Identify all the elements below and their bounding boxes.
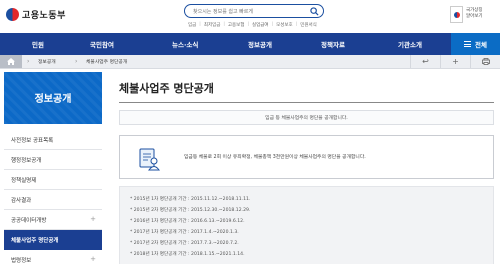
- plus-icon: +: [90, 255, 96, 263]
- plus-icon: +: [90, 215, 96, 223]
- sidebar-item-admin-info[interactable]: 행정정보공개: [4, 150, 102, 170]
- quick-link[interactable]: 모성보호: [276, 22, 293, 28]
- quick-link[interactable]: 고용보험: [228, 22, 245, 28]
- breadcrumb: › 정보공개 › 체불사업주 명단공개 ↩ +: [0, 55, 500, 69]
- nav-item-civil[interactable]: 민원: [32, 39, 44, 49]
- search-icon[interactable]: [310, 7, 319, 16]
- nav-item-news[interactable]: 뉴스·소식: [172, 39, 198, 49]
- sidebar-item-prior-disclosure[interactable]: 사전정보 공표목록: [4, 130, 102, 150]
- document-person-icon: [139, 148, 160, 171]
- page-title: 체불사업주 명단공개: [119, 82, 214, 95]
- nav-item-participation[interactable]: 국민참여: [90, 39, 114, 49]
- quick-links: 임금 | 최저임금 | 고용보험 | 실업급여 | 모성보호 | 민원서식: [188, 22, 317, 28]
- page-description: 임금 등 체불사업주의 명단을 공개합니다.: [119, 110, 494, 125]
- list-item: * 2018년 1차 명단공개 기간 : 2018.1.15.~2021.1.1…: [130, 252, 245, 257]
- add-icon[interactable]: +: [440, 55, 470, 68]
- list-item: * 2015년 2차 명단공개 기간 : 2015.12.30.~2018.12…: [130, 208, 251, 213]
- info-text: 임금등 체불로 2회 이상 유죄확정, 체불총액 3천만원이상 체불사업주의 명…: [184, 155, 366, 160]
- list-item: * 2017년 1차 명단공개 기간 : 2017.1.4.~2020.1.3.: [130, 230, 239, 235]
- logo-text: 고용노동부: [22, 11, 66, 21]
- all-menu-button[interactable]: 전체: [451, 33, 500, 55]
- nav-item-policy[interactable]: 정책자료: [321, 39, 345, 49]
- sidebar-item-policy-name[interactable]: 정책실명제: [4, 170, 102, 190]
- share-icon[interactable]: ↩: [410, 55, 440, 68]
- ministry-logo[interactable]: 고용노동부: [6, 8, 66, 21]
- quick-link[interactable]: 최저임금: [204, 22, 221, 28]
- sidebar-item-law[interactable]: 법령정보 +: [4, 250, 102, 264]
- list-item: * 2017년 2차 명단공개 기간 : 2017.7.3.~2020.7.2.: [130, 241, 239, 246]
- home-icon: [7, 58, 15, 65]
- home-button[interactable]: [0, 55, 22, 68]
- info-box: 임금등 체불로 2회 이상 유죄확정, 체불총액 3천만원이상 체불사업주의 명…: [119, 135, 494, 179]
- main-nav: 민원 국민참여 뉴스·소식 정보공개 정책자료 기관소개: [0, 33, 500, 55]
- flag-icon[interactable]: [450, 6, 463, 23]
- breadcrumb-item-current[interactable]: 체불사업주 명단공개: [86, 58, 127, 65]
- nav-item-about[interactable]: 기관소개: [398, 39, 422, 49]
- chevron-right-icon: ›: [75, 58, 78, 65]
- quick-link[interactable]: 실업급여: [252, 22, 269, 28]
- sidebar-title: 정보공개: [34, 94, 72, 105]
- sidebar-header: 정보공개: [4, 72, 102, 124]
- search-bar[interactable]: [184, 4, 324, 18]
- page-tools: ↩ +: [410, 55, 500, 68]
- sidebar-item-audit[interactable]: 감사결과: [4, 190, 102, 210]
- sidebar-item-open-data[interactable]: 공공데이터개방 +: [4, 210, 102, 230]
- list-item: * 2016년 1차 명단공개 기간 : 2016.6.13.~2019.6.1…: [130, 219, 245, 224]
- taegeuk-icon: [6, 8, 19, 21]
- nav-item-info[interactable]: 정보공개: [248, 39, 272, 49]
- quick-link[interactable]: 임금: [188, 22, 196, 28]
- breadcrumb-item[interactable]: 정보공개: [38, 58, 56, 65]
- sidebar-item-wage-arrears[interactable]: 체불사업주 명단공개: [4, 230, 102, 250]
- period-list: * 2015년 1차 명단공개 기간 : 2015.11.12.~2018.11…: [119, 186, 494, 264]
- list-item: * 2015년 1차 명단공개 기간 : 2015.11.12.~2018.11…: [130, 197, 251, 202]
- menu-icon: [464, 41, 472, 47]
- quick-link[interactable]: 민원서식: [300, 22, 317, 28]
- print-icon[interactable]: [470, 55, 500, 68]
- sidebar-menu: 사전정보 공표목록 행정정보공개 정책실명제 감사결과 공공데이터개방 + 체불사…: [4, 130, 102, 264]
- search-input[interactable]: [193, 7, 303, 16]
- site-header: 고용노동부 임금| 최저임금| 고용보험| 실업급여| 모성보호| 민원서식 국…: [0, 0, 500, 33]
- national-symbol-link[interactable]: 국가상징 알아보기: [466, 8, 496, 20]
- divider: [119, 102, 494, 103]
- chevron-right-icon: ›: [27, 58, 30, 65]
